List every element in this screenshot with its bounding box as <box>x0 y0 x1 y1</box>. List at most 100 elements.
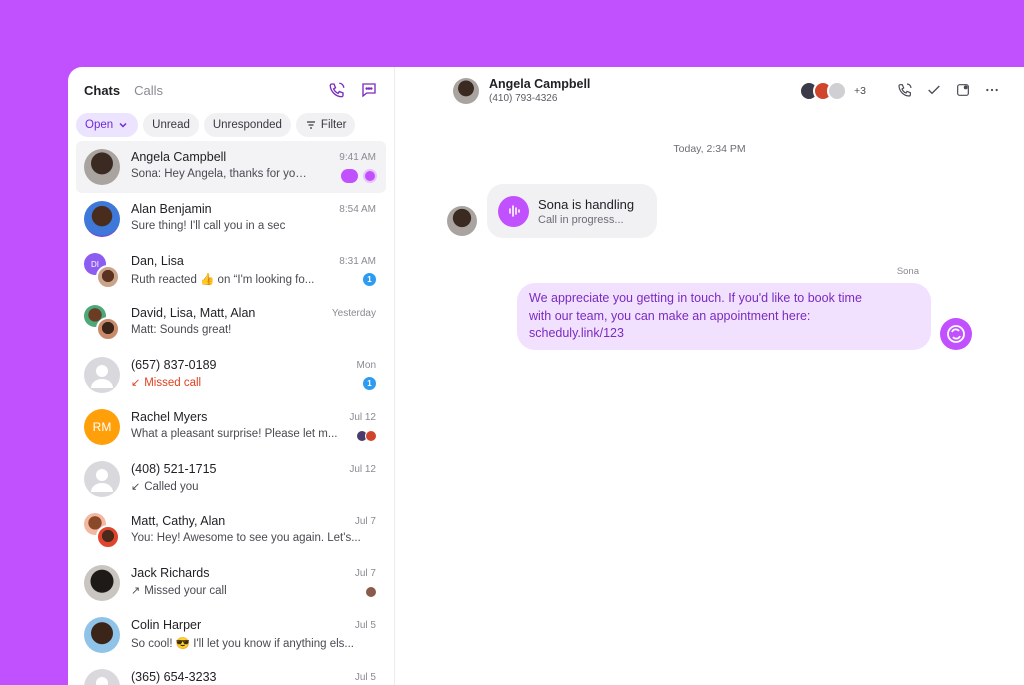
avatar <box>453 77 479 104</box>
chat-list: Angela Campbell 9:41 AM Sona: Hey Angela… <box>76 141 386 685</box>
person-icon <box>91 365 113 388</box>
chat-row-dan-lisa[interactable]: DI Dan, Lisa 8:31 AM Ruth reacted 👍 on “… <box>76 245 386 297</box>
unread-badge: 1 <box>363 377 376 390</box>
person-icon <box>91 469 113 492</box>
avatar <box>84 565 120 601</box>
conversation-actions <box>897 82 1000 98</box>
avatar <box>84 617 120 653</box>
incoming-call-icon: ↙ <box>131 481 141 493</box>
day-separator: Today, 2:34 PM <box>673 143 746 155</box>
sidebar-header: Chats Calls <box>68 67 394 113</box>
chat-row-colin-harper[interactable]: Colin Harper Jul 5 So cool! 😎 I'll let y… <box>76 609 386 661</box>
conversation-header-contact[interactable]: Angela Campbell (410) 793-4326 <box>453 77 590 104</box>
chat-name: (365) 654-3233 <box>131 670 217 684</box>
call-icon[interactable] <box>897 82 913 98</box>
sender-name: Sona <box>896 266 919 277</box>
avatar <box>84 201 120 237</box>
chat-preview: Matt: Sounds great! <box>131 324 232 336</box>
tab-chats[interactable]: Chats <box>84 83 120 98</box>
more-icon[interactable] <box>984 82 1000 98</box>
filter-open-label: Open <box>85 119 114 131</box>
missed-your-call-text: Missed your call <box>144 585 227 597</box>
panel-icon[interactable] <box>955 82 971 98</box>
chat-name: (408) 521-1715 <box>131 462 217 476</box>
chat-time: 8:31 AM <box>339 256 376 267</box>
avatar <box>84 149 120 185</box>
placeholder-avatar <box>84 461 120 497</box>
avatar <box>96 525 120 549</box>
avatar <box>96 317 120 341</box>
chat-row-alan-benjamin[interactable]: Alan Benjamin 8:54 AM Sure thing! I'll c… <box>76 193 386 245</box>
tab-calls[interactable]: Calls <box>134 83 163 98</box>
avatar <box>447 206 477 236</box>
sidebar-actions <box>328 81 378 99</box>
chat-name: Dan, Lisa <box>131 254 184 268</box>
person-icon <box>96 677 108 685</box>
chat-time: Yesterday <box>331 308 376 319</box>
unread-badge: 1 <box>363 273 376 286</box>
handler-subtitle: Call in progress... <box>538 213 624 226</box>
chat-row-unknown-365[interactable]: (365) 654-3233 Jul 5 <box>76 661 386 685</box>
soundwave-icon <box>508 205 520 217</box>
chat-name: Matt, Cathy, Alan <box>131 514 226 528</box>
chat-row-angela-campbell[interactable]: Angela Campbell 9:41 AM Sona: Hey Angela… <box>76 141 386 193</box>
chevron-down-icon <box>119 122 127 128</box>
chat-name: Angela Campbell <box>131 150 227 164</box>
chat-time: Jul 12 <box>349 412 376 423</box>
chat-row-jack-richards[interactable]: Jack Richards Jul 7 ↗ Missed your call <box>76 557 386 609</box>
chat-row-unknown-408[interactable]: (408) 521-1715 Jul 12 ↙ Called you <box>76 453 386 505</box>
participants[interactable]: +3 <box>799 81 866 101</box>
sona-icon <box>363 169 377 183</box>
filter-label: Filter <box>320 119 347 131</box>
chat-name: David, Lisa, Matt, Alan <box>131 306 256 320</box>
chat-row-david-lisa-matt-alan[interactable]: David, Lisa, Matt, Alan Yesterday Matt: … <box>76 297 386 349</box>
call-status-card: Sona is handling Call in progress... <box>487 184 657 238</box>
voice-agent-icon <box>498 195 529 227</box>
message-link[interactable]: scheduly.link/123 <box>529 325 919 343</box>
chat-preview: What a pleasant surprise! Please let m..… <box>131 428 338 440</box>
chat-preview: ↙ Missed call <box>131 376 341 389</box>
chat-preview: Ruth reacted 👍 on “I'm looking fo... <box>131 274 315 286</box>
chat-preview: Sure thing! I'll call you in a sec <box>131 220 286 232</box>
filter-open[interactable]: Open <box>76 113 139 137</box>
missed-call-text: Missed call <box>144 377 202 389</box>
chat-time: Mon <box>356 360 376 371</box>
voice-agent-icon <box>341 169 358 183</box>
called-you-text: Called you <box>144 481 199 493</box>
phone-icon[interactable] <box>328 81 346 99</box>
filter-button[interactable]: Filter <box>295 113 356 137</box>
chat-preview: So cool! 😎 I'll let you know if anything… <box>131 638 354 650</box>
sona-logo-icon <box>947 325 965 343</box>
filter-unresponded[interactable]: Unresponded <box>203 113 291 137</box>
participants-more: +3 <box>854 85 866 97</box>
app-window: Chats Calls Open Unread Unresponded Filt… <box>68 67 1024 685</box>
missed-call-icon: ↙ <box>131 377 141 389</box>
chat-name: (657) 837-0189 <box>131 358 217 372</box>
new-message-icon[interactable] <box>360 81 378 99</box>
check-icon[interactable] <box>926 82 942 98</box>
read-receipt-avatar <box>365 586 377 598</box>
chat-preview: Sona: Hey Angela, thanks for your m... <box>131 168 311 180</box>
filter-unread[interactable]: Unread <box>143 113 199 137</box>
sidebar: Chats Calls Open Unread Unresponded Filt… <box>68 67 395 685</box>
contact-name: Angela Campbell <box>489 77 591 91</box>
filter-icon <box>306 121 315 129</box>
chat-row-unknown-657[interactable]: (657) 837-0189 Mon ↙ Missed call 1 <box>76 349 386 401</box>
avatar <box>96 265 120 289</box>
chat-time: 8:54 AM <box>339 204 376 215</box>
participant-avatar <box>827 81 847 101</box>
chat-row-matt-cathy-alan[interactable]: Matt, Cathy, Alan Jul 7 You: Hey! Awesom… <box>76 505 386 557</box>
chat-name: Jack Richards <box>131 566 210 580</box>
filter-bar: Open Unread Unresponded Filter <box>68 111 394 139</box>
sona-avatar <box>940 318 972 350</box>
avatar-initials: RM <box>84 409 120 445</box>
chat-time: 9:41 AM <box>339 152 376 163</box>
chat-time: Jul 12 <box>349 464 376 475</box>
chat-name: Colin Harper <box>131 618 202 632</box>
chat-preview: ↙ Called you <box>131 480 341 493</box>
chat-row-rachel-myers[interactable]: RM Rachel Myers Jul 12 What a pleasant s… <box>76 401 386 453</box>
placeholder-avatar <box>84 357 120 393</box>
contact-phone: (410) 793-4326 <box>489 93 558 104</box>
initials: DI <box>91 259 99 269</box>
chat-time: Jul 7 <box>354 516 376 527</box>
